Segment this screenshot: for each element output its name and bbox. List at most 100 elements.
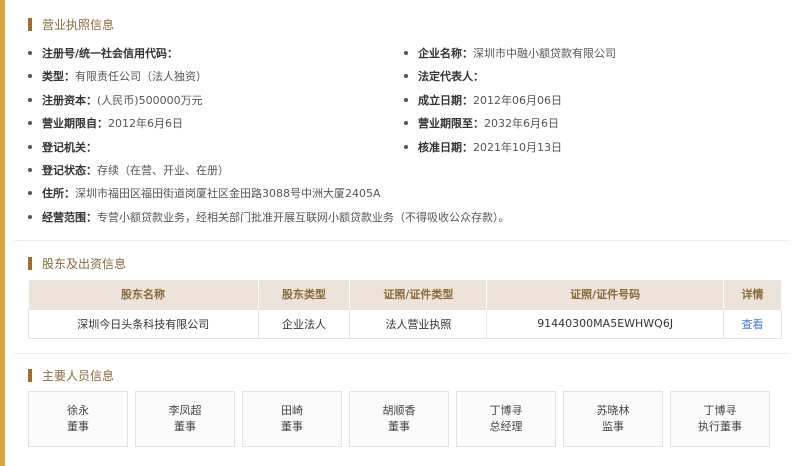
- column-header-type: 股东类型: [258, 280, 351, 309]
- info-field: 类型：有限责任公司（法人独资）: [28, 65, 207, 88]
- bullet-icon: [404, 121, 408, 126]
- info-field: 核准日期：2021年10月13日: [404, 136, 562, 159]
- field-value: 存续（在营、开业、在册）: [97, 163, 229, 177]
- person-name: 徐永: [67, 404, 89, 417]
- view-detail-link[interactable]: 查看: [723, 308, 782, 339]
- field-value: 专营小额贷款业务，经相关部门批准开展互联网小额贷款业务（不得吸收公众存款）。: [97, 210, 510, 224]
- field-value: 深圳市福田区福田街道岗厦社区金田路3088号中洲大厦2405A: [75, 187, 381, 201]
- field-label: 核准日期：: [418, 140, 473, 154]
- shareholder-cert-no: 91440300MA5EWHWQ6J: [486, 308, 725, 339]
- column-header-cert-no: 证照/证件号码: [486, 280, 725, 309]
- personnel-section: 主要人员信息: [14, 365, 800, 385]
- shareholder-type: 企业法人: [258, 308, 351, 339]
- info-field: 注册号/统一社会信用代码：: [28, 42, 178, 65]
- bullet-icon: [28, 167, 32, 172]
- field-label: 经营范围：: [42, 210, 97, 224]
- title-marker-icon: [28, 368, 32, 382]
- shareholders-section: 股东及出资信息: [14, 253, 800, 273]
- column-header-detail: 详情: [723, 280, 782, 309]
- person-card[interactable]: 丁博寻 总经理: [456, 391, 556, 447]
- bullet-icon: [28, 191, 32, 196]
- field-label: 企业名称：: [418, 47, 473, 60]
- personnel-card-list: 徐永 董事 李凤超 董事 田崎 董事 胡顺香 董事 丁博寻 总经理 苏晓林 监事 丁博寻 执行董事: [28, 391, 770, 447]
- field-value: 有限责任公司（法人独资）: [75, 70, 207, 84]
- field-value: (人民币)500000万元: [97, 93, 203, 107]
- person-name: 田崎: [281, 404, 303, 417]
- section-divider: [14, 353, 790, 354]
- license-info-list: 注册号/统一社会信用代码： 企业名称：深圳市中融小额贷款有限公司 类型：有限责任公司…: [14, 42, 794, 229]
- person-name: 丁博寻: [703, 404, 737, 417]
- shareholders-table: 股东名称 股东类型 证照/证件类型 证照/证件号码 详情 深圳今日头条科技有限公…: [28, 280, 782, 339]
- person-role: 董事: [281, 420, 303, 433]
- personnel-section-title: 主要人员信息: [14, 365, 800, 385]
- field-value: 深圳市中融小额贷款有限公司: [473, 47, 616, 60]
- license-section: 营业执照信息: [14, 14, 800, 34]
- info-field: 企业名称：深圳市中融小额贷款有限公司: [404, 42, 616, 65]
- field-label: 类型：: [42, 70, 75, 84]
- field-value: 2012年06月06日: [473, 93, 562, 107]
- bullet-icon: [28, 144, 32, 149]
- field-label: 法定代表人：: [418, 70, 484, 84]
- field-label: 注册资本：: [42, 93, 97, 107]
- info-field: 注册资本：(人民币)500000万元: [28, 89, 203, 112]
- shareholder-cert-type: 法人营业执照: [349, 308, 488, 339]
- field-label: 成立日期：: [418, 93, 473, 107]
- person-card[interactable]: 李凤超 董事: [135, 391, 235, 447]
- person-card[interactable]: 苏晓林 监事: [563, 391, 663, 447]
- field-label: 注册号/统一社会信用代码：: [42, 47, 179, 60]
- info-row: 类型：有限责任公司（法人独资） 法定代表人：: [14, 65, 794, 88]
- bullet-icon: [404, 51, 408, 55]
- info-row: 登记机关： 核准日期：2021年10月13日: [14, 136, 794, 159]
- info-field: 成立日期：2012年06月06日: [404, 89, 562, 112]
- person-name: 李凤超: [168, 404, 202, 417]
- field-label: 营业期限自：: [42, 117, 108, 131]
- person-name: 丁博寻: [489, 404, 523, 417]
- title-marker-icon: [28, 17, 32, 31]
- person-card[interactable]: 胡顺香 董事: [349, 391, 449, 447]
- info-field: 登记机关：: [28, 136, 97, 159]
- person-role: 董事: [388, 420, 410, 433]
- person-role: 董事: [67, 420, 89, 433]
- field-value: 2032年6月6日: [484, 117, 559, 131]
- field-label: 住所：: [42, 187, 75, 201]
- person-card[interactable]: 丁博寻 执行董事: [670, 391, 770, 447]
- person-role: 董事: [174, 420, 196, 433]
- person-role: 监事: [602, 420, 624, 433]
- person-role: 执行董事: [698, 420, 742, 433]
- person-card[interactable]: 徐永 董事: [28, 391, 128, 447]
- bullet-icon: [28, 121, 32, 126]
- info-row: 住所：深圳市福田区福田街道岗厦社区金田路3088号中洲大厦2405A: [14, 182, 794, 205]
- bullet-icon: [28, 74, 32, 79]
- column-header-cert-type: 证照/证件类型: [349, 280, 488, 309]
- license-section-title: 营业执照信息: [14, 14, 800, 34]
- bullet-icon: [28, 214, 32, 219]
- field-label: 营业期限至：: [418, 117, 484, 131]
- table-row: 深圳今日头条科技有限公司 企业法人 法人营业执照 91440300MA5EWHW…: [28, 308, 782, 339]
- section-divider: [14, 240, 790, 241]
- person-name: 苏晓林: [596, 404, 630, 417]
- person-card[interactable]: 田崎 董事: [242, 391, 342, 447]
- bullet-icon: [28, 51, 32, 55]
- shareholders-section-title: 股东及出资信息: [14, 253, 800, 273]
- info-field: 法定代表人：: [404, 65, 484, 88]
- bullet-icon: [28, 97, 32, 102]
- info-row: 经营范围：专营小额贷款业务，经相关部门批准开展互联网小额贷款业务（不得吸收公众存…: [14, 206, 794, 229]
- info-field: 住所：深圳市福田区福田街道岗厦社区金田路3088号中洲大厦2405A: [28, 182, 381, 205]
- info-field: 营业期限自：2012年6月6日: [28, 112, 183, 135]
- field-value: 2021年10月13日: [473, 140, 562, 154]
- info-row: 登记状态：存续（在营、开业、在册）: [14, 159, 794, 182]
- shareholder-name: 深圳今日头条科技有限公司: [28, 308, 259, 339]
- table-header-row: 股东名称 股东类型 证照/证件类型 证照/证件号码 详情: [28, 280, 782, 309]
- field-value: 2012年6月6日: [108, 117, 183, 131]
- bullet-icon: [404, 74, 408, 79]
- info-field: 登记状态：存续（在营、开业、在册）: [28, 159, 229, 182]
- person-name: 胡顺香: [382, 404, 416, 417]
- title-marker-icon: [28, 256, 32, 270]
- bullet-icon: [404, 144, 408, 149]
- info-field: 营业期限至：2032年6月6日: [404, 112, 559, 135]
- field-label: 登记状态：: [42, 163, 97, 177]
- field-label: 登记机关：: [42, 140, 97, 154]
- info-field: 经营范围：专营小额贷款业务，经相关部门批准开展互联网小额贷款业务（不得吸收公众存…: [28, 206, 510, 229]
- info-row: 营业期限自：2012年6月6日 营业期限至：2032年6月6日: [14, 112, 794, 135]
- info-row: 注册号/统一社会信用代码： 企业名称：深圳市中融小额贷款有限公司: [14, 42, 794, 65]
